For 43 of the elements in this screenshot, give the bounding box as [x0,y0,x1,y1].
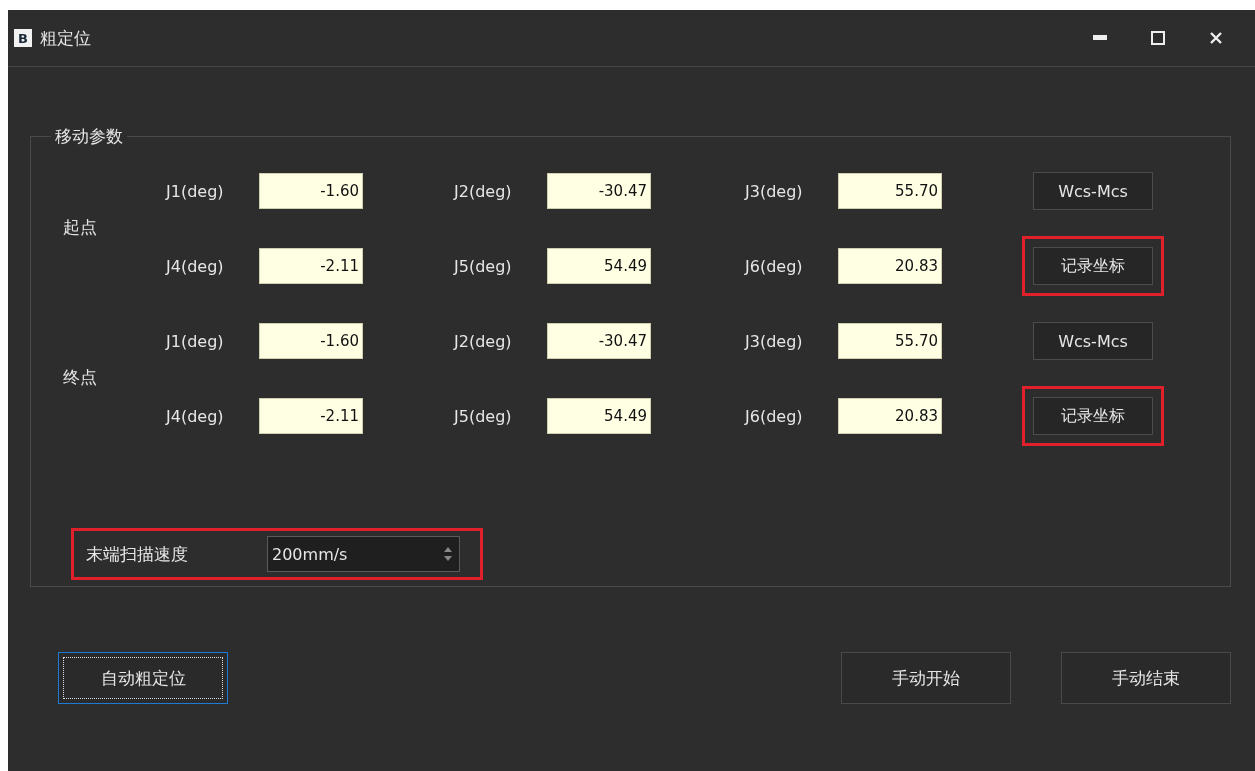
joint-label: J5(deg) [454,406,513,426]
joint-label: J1(deg) [166,181,225,201]
action-button[interactable]: 手动结束 [1061,652,1231,704]
row-button[interactable]: 记录坐标 [1033,397,1153,435]
spin-arrows-icon [443,545,453,563]
action-button[interactable]: 自动粗定位 [58,652,228,704]
joint-input[interactable]: -30.47 [547,323,651,359]
section-label: 终点 [63,366,98,389]
row-button[interactable]: Wcs-Mcs [1033,172,1153,210]
joint-label: J6(deg) [745,406,804,426]
joint-label: J1(deg) [166,331,225,351]
joint-input[interactable]: 55.70 [838,323,942,359]
minimize-icon [1093,35,1107,41]
joint-label: J5(deg) [454,256,513,276]
joint-input[interactable]: -2.11 [259,248,363,284]
joint-input[interactable]: -30.47 [547,173,651,209]
group-title: 移动参数 [54,125,124,148]
close-icon [1209,31,1223,45]
maximize-icon [1151,31,1165,45]
action-button[interactable]: 手动开始 [841,652,1011,704]
joint-input[interactable]: 20.83 [838,248,942,284]
joint-input[interactable]: 54.49 [547,248,651,284]
section-label: 起点 [63,216,98,239]
row-button[interactable]: Wcs-Mcs [1033,322,1153,360]
speed-spinbox[interactable]: 200mm/s [267,536,460,572]
joint-input[interactable]: 20.83 [838,398,942,434]
joint-label: J3(deg) [745,181,804,201]
joint-input[interactable]: -1.60 [259,323,363,359]
joint-label: J4(deg) [166,256,225,276]
joint-label: J4(deg) [166,406,225,426]
joint-input[interactable]: 54.49 [547,398,651,434]
window-title: 粗定位 [40,26,92,50]
joint-input[interactable]: 55.70 [838,173,942,209]
joint-input[interactable]: -2.11 [259,398,363,434]
row-button[interactable]: 记录坐标 [1033,247,1153,285]
speed-value[interactable]: 200mm/s [272,544,443,564]
speed-label: 末端扫描速度 [86,542,189,566]
joint-label: J6(deg) [745,256,804,276]
joint-label: J2(deg) [454,331,513,351]
joint-label: J2(deg) [454,181,513,201]
app-icon: B [14,29,32,47]
joint-input[interactable]: -1.60 [259,173,363,209]
joint-label: J3(deg) [745,331,804,351]
